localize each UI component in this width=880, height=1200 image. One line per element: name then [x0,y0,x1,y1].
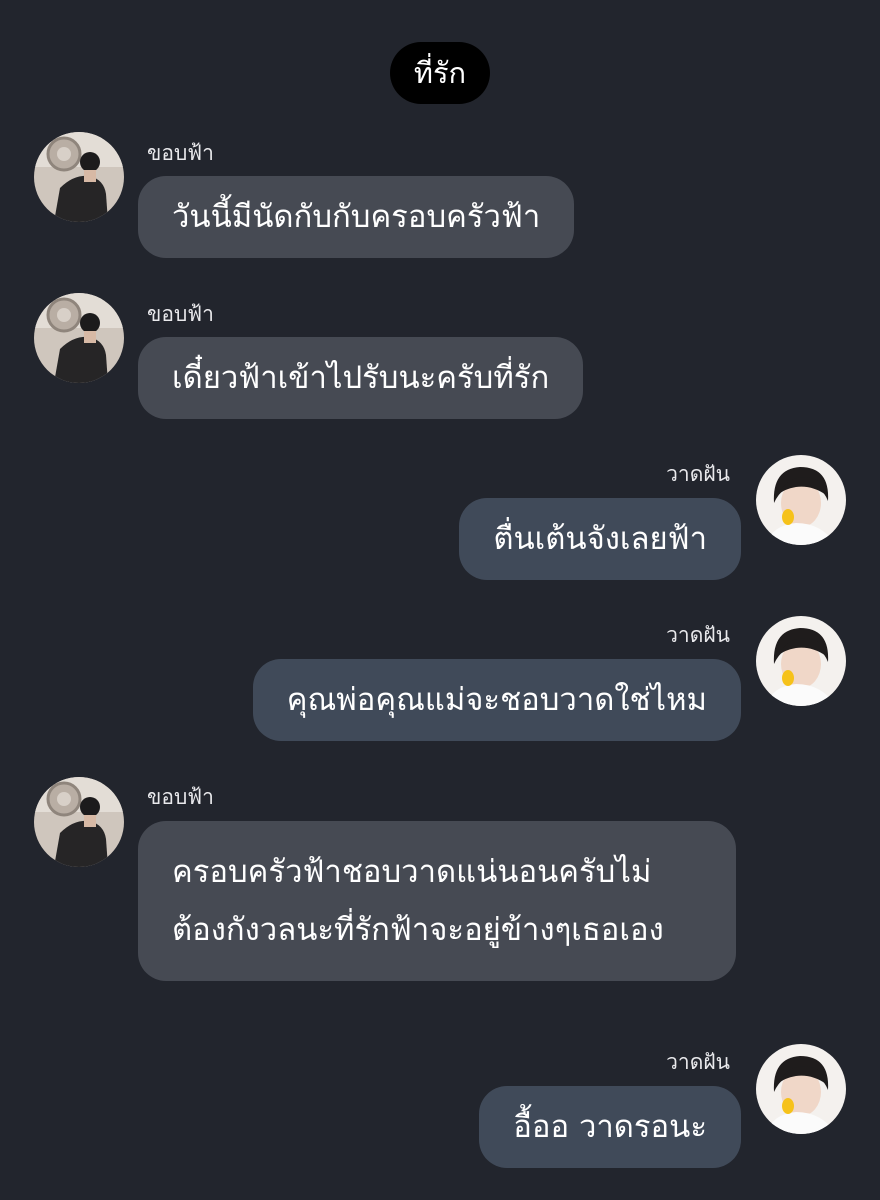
sender-name: ขอบฟ้า [147,785,214,809]
sender-name: ขอบฟ้า [147,302,214,326]
message-bubble-outgoing[interactable]: อื้ออ วาดรอนะ [479,1086,741,1168]
sender-name: วาดฝัน [666,623,730,647]
user-avatar[interactable] [756,1044,846,1134]
boyfriend-avatar[interactable] [34,293,124,383]
user-avatar[interactable] [756,455,846,545]
message-bubble-outgoing[interactable]: คุณพ่อคุณแม่จะชอบวาดใช่ไหม [252,659,741,741]
message-bubble-outgoing[interactable]: ตื่นเต้นจังเลยฟ้า [459,498,741,580]
sender-name: วาดฝัน [666,462,730,486]
boyfriend-avatar[interactable] [34,132,124,222]
message-bubble-incoming[interactable]: ครอบครัวฟ้าชอบวาดแน่นอนครับไม่ต้องกังวลน… [138,821,736,981]
message-bubble-incoming[interactable]: เดี๋ยวฟ้าเข้าไปรับนะครับที่รัก [138,337,584,419]
boyfriend-avatar[interactable] [34,777,124,867]
user-avatar[interactable] [756,616,846,706]
chat-title: ที่รัก [390,42,490,104]
message-bubble-incoming[interactable]: วันนี้มีนัดกับกับครอบครัวฟ้า [138,176,575,258]
sender-name: ขอบฟ้า [147,141,214,165]
sender-name: วาดฝัน [666,1050,730,1074]
